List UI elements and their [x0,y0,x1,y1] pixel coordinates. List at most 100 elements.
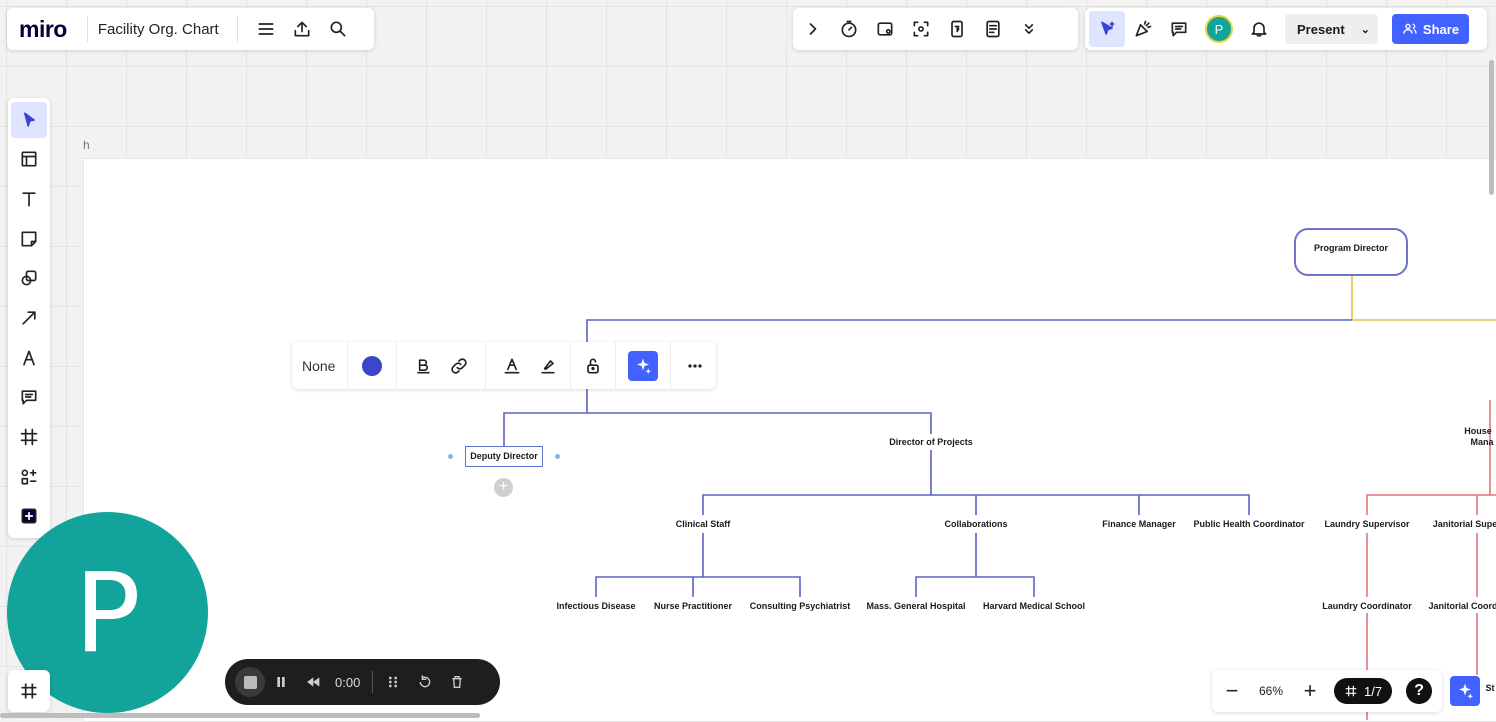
miro-logo[interactable]: miro [19,16,67,43]
node-partial-st[interactable]: St [1486,683,1495,693]
text-tool-button[interactable] [11,181,47,217]
node-program-director[interactable]: Program Director [1294,228,1408,276]
drag-handle[interactable] [377,674,409,690]
pen-tool-button[interactable] [11,340,47,376]
shapes-tool-button[interactable] [11,261,47,297]
menu-button[interactable] [248,11,284,47]
notifications-button[interactable] [1241,11,1277,47]
stop-icon [243,675,257,689]
search-icon [330,21,346,37]
shapes-icon [21,270,37,286]
ai-assist-button[interactable] [628,350,659,381]
node-janitorial-coordinator-partial[interactable]: Janitorial Coord [1428,601,1496,611]
connection-handle-left[interactable] [448,454,453,459]
share-button[interactable]: Share [1391,14,1470,44]
text-color-icon [504,358,520,373]
more-apps-button[interactable] [11,498,47,534]
plus-square-icon [21,508,37,524]
divider [396,342,398,389]
frames-panel-button[interactable] [8,670,50,712]
node-director-of-projects[interactable]: Director of Projects [889,437,973,447]
frame-icon [21,683,37,699]
sparkle-icon [1459,683,1474,700]
node-public-health-coordinator[interactable]: Public Health Coordinator [1193,519,1304,529]
highlight-button[interactable] [530,348,566,384]
node-finance-manager[interactable]: Finance Manager [1102,519,1176,529]
restart-button[interactable] [409,674,441,690]
node-housekeeping-partial-line2: Mana [1470,437,1494,447]
select-tool-button[interactable] [11,102,47,138]
node-collaborations[interactable]: Collaborations [944,519,1007,529]
export-button[interactable] [284,11,320,47]
divider [615,342,617,389]
more-tools-button[interactable] [1011,11,1047,47]
help-button[interactable]: ? [1406,678,1433,704]
connector-clinical-children [595,576,801,597]
fill-dropdown[interactable]: None [292,342,347,389]
node-housekeeping-partial[interactable]: House [1464,426,1492,436]
video-icon [877,22,893,36]
timer-icon [841,20,857,38]
divider [236,16,238,42]
diagram-tool-button[interactable] [11,459,47,495]
top-right-toolbar: P Present ⌄ Share [1085,8,1487,50]
lock-button[interactable] [575,348,611,384]
comment-tool-button[interactable] [11,379,47,415]
fill-label: None [302,357,336,374]
search-button[interactable] [320,11,356,47]
focus-button[interactable] [903,11,939,47]
templates-tool-button[interactable] [11,142,47,178]
user-avatar[interactable]: P [1205,15,1233,43]
connection-handle-right[interactable] [555,454,560,459]
pen-icon [23,350,35,366]
pause-button[interactable] [265,674,297,690]
sticky-note-tool-button[interactable] [11,221,47,257]
node-laundry-supervisor[interactable]: Laundry Supervisor [1324,519,1409,529]
divider [86,16,88,42]
frame-tool-button[interactable] [11,419,47,455]
horizontal-scrollbar[interactable] [0,713,480,718]
cursor-tool-button[interactable] [1089,11,1125,47]
bold-button[interactable] [405,348,441,384]
node-janitorial-supervisor-partial[interactable]: Janitorial Supe [1433,519,1496,529]
board-title[interactable]: Facility Org. Chart [98,21,219,38]
voting-button[interactable] [939,11,975,47]
node-clinical-staff[interactable]: Clinical Staff [676,519,731,529]
node-nurse-practitioner[interactable]: Nurse Practitioner [654,601,732,611]
text-color-button[interactable] [494,348,530,384]
node-harvard-medical-school[interactable]: Harvard Medical School [983,601,1085,611]
zoom-level[interactable]: 66% [1252,684,1290,698]
notes-button[interactable] [975,11,1011,47]
node-mass-general-hospital[interactable]: Mass. General Hospital [866,601,965,611]
link-button[interactable] [441,348,477,384]
rewind-button[interactable] [297,674,329,690]
ellipsis-icon [688,363,703,368]
zoom-in-button[interactable]: + [1290,678,1330,704]
ai-assistant-button[interactable] [1450,676,1480,706]
text-icon [22,192,36,207]
divider [570,342,572,389]
frames-pager-button[interactable]: 1/7 [1334,678,1393,704]
zoom-out-button[interactable]: − [1212,678,1252,704]
collapse-toolbar-button[interactable] [795,11,831,47]
timer-button[interactable] [831,11,867,47]
stop-recording-button[interactable] [235,667,265,697]
comments-button[interactable] [1161,11,1197,47]
node-deputy-director[interactable]: Deputy Director [465,446,543,467]
reactions-button[interactable] [1125,11,1161,47]
chevron-down-icon[interactable]: ⌄ [1361,23,1370,36]
vertical-scrollbar[interactable] [1489,60,1494,195]
connector-collab-children [915,576,1035,597]
node-laundry-coordinator[interactable]: Laundry Coordinator [1322,601,1412,611]
connector-tool-button[interactable] [11,300,47,336]
frame-icon [1345,685,1357,697]
color-picker-button[interactable] [348,342,396,389]
present-button[interactable]: Present ⌄ [1285,14,1378,44]
node-infectious-disease[interactable]: Infectious Disease [556,601,635,611]
node-consulting-psychiatrist[interactable]: Consulting Psychiatrist [750,601,851,611]
more-options-button[interactable] [677,348,713,384]
add-child-node-button[interactable]: + [494,478,513,497]
frame-icon [20,428,38,446]
video-button[interactable] [867,11,903,47]
delete-recording-button[interactable] [441,674,473,690]
